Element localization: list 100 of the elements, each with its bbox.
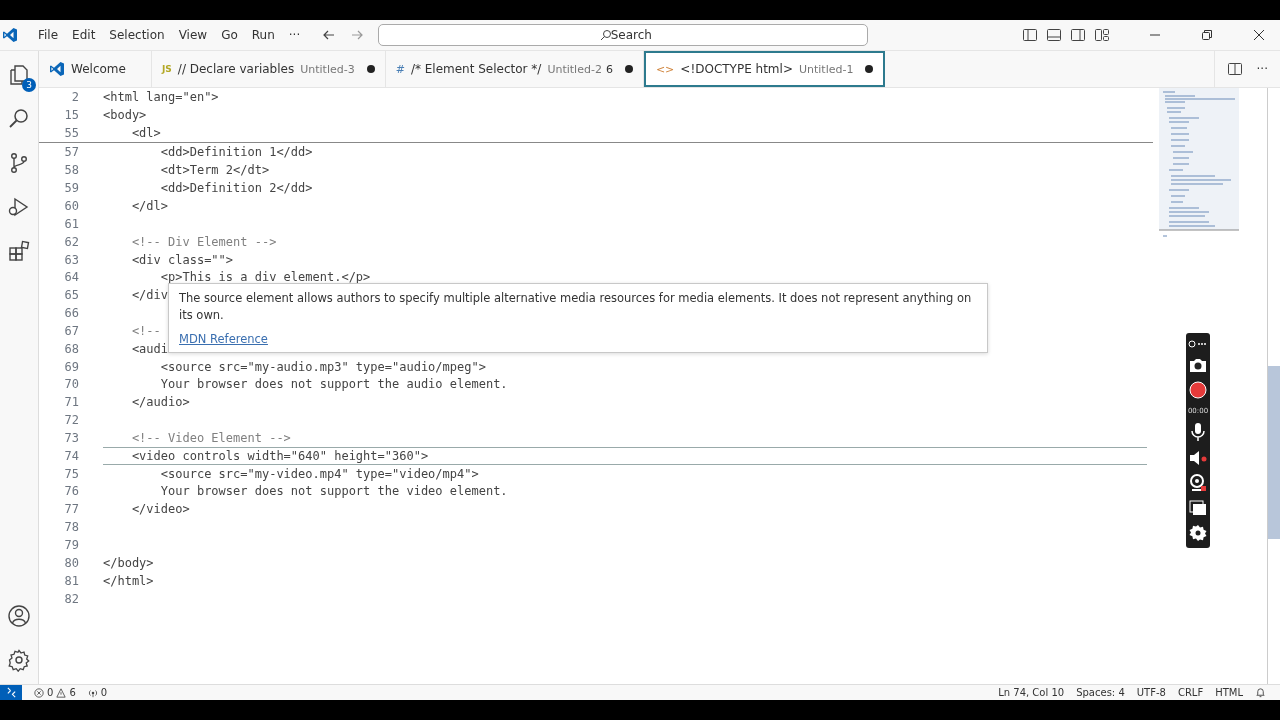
line-ending-status[interactable]: CRLF bbox=[1177, 687, 1204, 698]
webcam-icon[interactable] bbox=[1189, 474, 1207, 493]
account-icon[interactable] bbox=[7, 604, 31, 628]
record-button-icon[interactable] bbox=[1189, 380, 1207, 399]
line-number: 55 bbox=[63, 125, 79, 140]
line-number: 61 bbox=[63, 216, 79, 231]
code-line: </video> bbox=[130, 502, 190, 517]
code-line: <dd>Definition 1</dd> bbox=[159, 145, 313, 160]
line-number: 70 bbox=[63, 377, 79, 392]
code-line: </dl> bbox=[130, 199, 169, 213]
back-arrow-icon[interactable] bbox=[322, 28, 337, 42]
extensions-icon[interactable] bbox=[7, 239, 31, 263]
broadcast-icon bbox=[87, 687, 98, 698]
menu-item[interactable]: Selection bbox=[103, 28, 171, 42]
line-number: 74 bbox=[63, 448, 79, 463]
line-number: 59 bbox=[63, 181, 79, 196]
scrollbar-thumb[interactable] bbox=[1268, 366, 1280, 539]
more-actions-button[interactable]: ··· bbox=[1256, 62, 1268, 76]
code-line: <dd>Definition 2</dd> bbox=[159, 181, 313, 196]
microphone-icon[interactable] bbox=[1190, 422, 1206, 443]
code-line: <div class=""> bbox=[130, 252, 234, 267]
settings-icon[interactable] bbox=[1189, 523, 1207, 542]
code-line: <dl> bbox=[130, 125, 161, 140]
line-number: 69 bbox=[63, 359, 79, 374]
app-logo-icon bbox=[2, 27, 18, 43]
mdn-reference-link[interactable]: MDN Reference bbox=[179, 332, 268, 346]
code-line: <dt>Term 2</dt> bbox=[159, 163, 270, 178]
line-number: 64 bbox=[63, 270, 79, 285]
app-logo-icon bbox=[49, 61, 65, 77]
windows-icon[interactable] bbox=[1189, 500, 1207, 517]
line-number: 65 bbox=[63, 288, 79, 303]
line-number: 15 bbox=[63, 107, 79, 122]
line-number: 57 bbox=[63, 145, 79, 160]
layout-icon[interactable] bbox=[1094, 27, 1110, 43]
line-number: 81 bbox=[63, 573, 79, 588]
code-line: Your browser does not support the audio element. bbox=[159, 377, 508, 392]
code-line: </html> bbox=[103, 573, 154, 588]
code-line: <!-- Video Element --> bbox=[130, 430, 291, 445]
line-number: 72 bbox=[63, 413, 79, 428]
code-line: <html lang="en"> bbox=[103, 89, 219, 104]
line-number: 75 bbox=[63, 466, 79, 481]
code-line: <body> bbox=[103, 107, 147, 122]
code-line: </div bbox=[130, 288, 169, 303]
line-number: 77 bbox=[63, 502, 79, 517]
close-icon[interactable] bbox=[1252, 28, 1266, 42]
restore-icon[interactable] bbox=[1200, 28, 1214, 42]
line-number: 79 bbox=[63, 538, 79, 552]
code-line: <!-- bbox=[130, 323, 161, 338]
code-line: Your browser does not support the video element. bbox=[159, 484, 508, 499]
code-line: <audi bbox=[130, 341, 169, 356]
menu-item[interactable]: View bbox=[172, 28, 214, 42]
cursor-position[interactable]: Ln 74, Col 10 bbox=[998, 687, 1065, 698]
line-number: 67 bbox=[63, 323, 79, 338]
sidebar-toggle-icon[interactable] bbox=[1022, 27, 1038, 43]
bell-icon[interactable] bbox=[1255, 687, 1266, 698]
line-number: 62 bbox=[63, 234, 79, 249]
search-field[interactable]: Search bbox=[378, 24, 869, 46]
code-line: <source src="my-audio.mp3" type="audio/mpeg"> bbox=[159, 359, 486, 374]
encoding-status[interactable]: UTF-8 bbox=[1136, 687, 1166, 698]
problems-status[interactable]: 0 6 bbox=[34, 687, 76, 698]
speaker-icon[interactable] bbox=[1189, 450, 1207, 467]
menu-item[interactable]: Go bbox=[215, 28, 244, 42]
line-number: 63 bbox=[63, 252, 79, 267]
line-number: 80 bbox=[63, 555, 79, 570]
settings-icon[interactable] bbox=[7, 648, 31, 672]
line-number: 76 bbox=[63, 484, 79, 499]
menu-item[interactable]: ··· bbox=[282, 28, 307, 42]
notification-badge: 3 bbox=[22, 78, 36, 92]
line-number: 73 bbox=[63, 430, 79, 445]
panel-toggle-icon[interactable] bbox=[1046, 27, 1062, 43]
code-line: </audio> bbox=[130, 395, 190, 410]
code-line: <!-- Div Element --> bbox=[130, 234, 277, 249]
line-number: 60 bbox=[63, 199, 79, 213]
warning-icon bbox=[56, 687, 67, 698]
forward-arrow-icon[interactable] bbox=[350, 28, 365, 42]
code-line: </body> bbox=[103, 555, 154, 570]
tooltip-text: The source element allows authors to specify multiple alternative media resources for media elements. It does not represent anything on its own. bbox=[179, 290, 973, 324]
language-mode[interactable]: HTML bbox=[1215, 687, 1243, 698]
remote-button[interactable] bbox=[0, 685, 22, 700]
code-line: <video controls width="640" height="360"> bbox=[130, 448, 429, 463]
code-line: <p>This is a div element.</p> bbox=[159, 270, 371, 285]
menu-item[interactable]: Run bbox=[245, 28, 281, 42]
code-line: <source src="my-video.mp4" type="video/mp4"> bbox=[159, 466, 479, 481]
menu-item[interactable]: File bbox=[32, 28, 65, 42]
secondary-sidebar-icon[interactable] bbox=[1070, 27, 1086, 43]
explorer-icon[interactable] bbox=[7, 63, 31, 87]
indentation-status[interactable]: Spaces: 4 bbox=[1076, 687, 1125, 698]
line-number: 78 bbox=[63, 520, 79, 535]
error-icon bbox=[34, 687, 44, 698]
line-number: 2 bbox=[70, 89, 79, 104]
line-number: 66 bbox=[63, 306, 79, 321]
ports-status[interactable]: 0 bbox=[87, 687, 108, 698]
line-number: 58 bbox=[63, 163, 79, 178]
editor-tab[interactable]: <> <!DOCTYPE html> Untitled-1 bbox=[643, 51, 886, 87]
line-number: 82 bbox=[63, 591, 79, 606]
remote-icon bbox=[5, 687, 17, 698]
menu-item[interactable]: Edit bbox=[66, 28, 102, 42]
camera-icon[interactable] bbox=[1189, 356, 1207, 373]
line-number: 71 bbox=[63, 395, 79, 410]
split-editor-icon[interactable] bbox=[1226, 61, 1243, 77]
